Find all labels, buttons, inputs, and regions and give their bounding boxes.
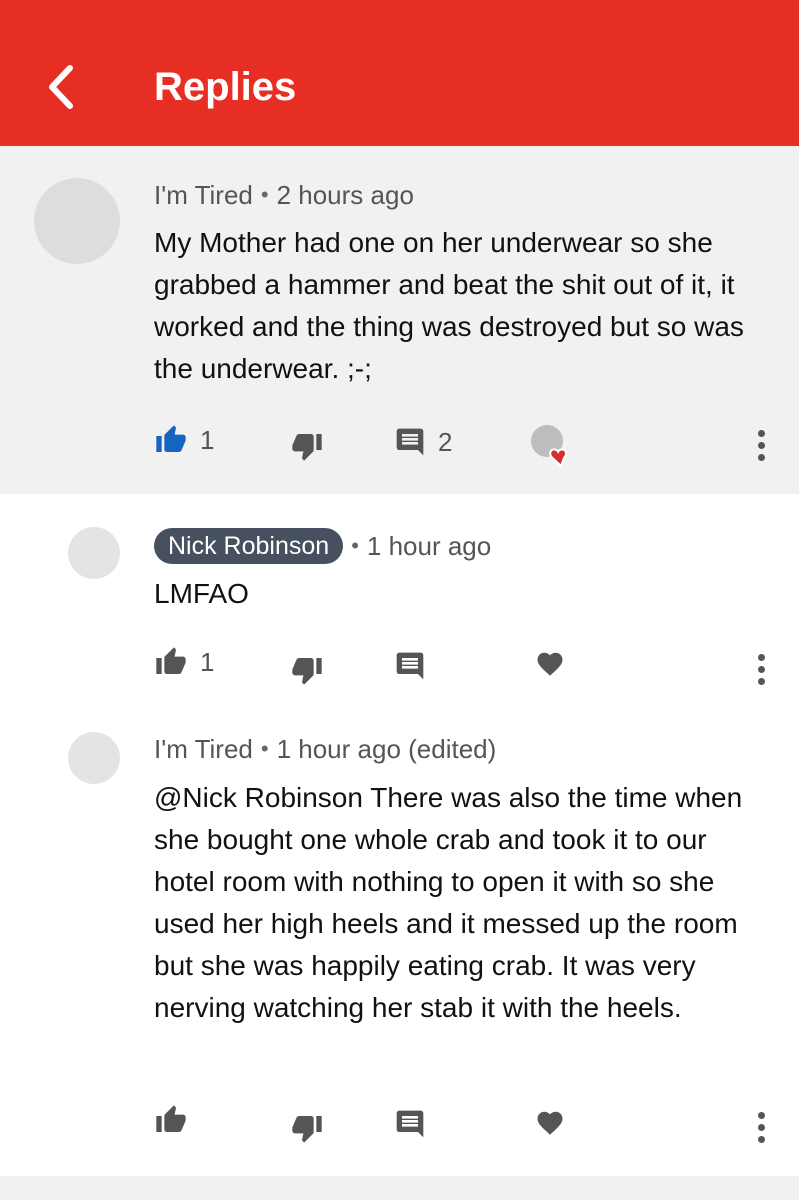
back-button[interactable] bbox=[38, 62, 88, 112]
reply-button[interactable] bbox=[394, 650, 426, 682]
dot bbox=[757, 1136, 765, 1143]
thumbs-down-icon bbox=[292, 1116, 322, 1143]
like-button[interactable]: 1 bbox=[154, 424, 214, 456]
creator-heart-badge[interactable] bbox=[530, 424, 576, 470]
page-title: Replies bbox=[154, 65, 297, 109]
dislike-button[interactable] bbox=[290, 430, 324, 462]
dot bbox=[757, 1124, 765, 1131]
thumbs-down-icon bbox=[292, 658, 322, 685]
comment-meta: I'm Tired • 2 hours ago bbox=[154, 178, 414, 212]
reply-button[interactable] bbox=[394, 1108, 426, 1140]
comment-time: 1 hour ago bbox=[366, 531, 492, 561]
heart-icon bbox=[537, 1111, 563, 1135]
avatar[interactable] bbox=[68, 527, 120, 579]
reply-button[interactable]: 2 bbox=[394, 426, 452, 458]
avatar[interactable] bbox=[34, 178, 120, 264]
dot bbox=[757, 666, 765, 673]
like-button[interactable]: 1 bbox=[154, 646, 214, 678]
meta-separator: • bbox=[260, 736, 269, 761]
thumbs-up-icon bbox=[156, 647, 186, 674]
thumbs-up-icon bbox=[156, 1105, 186, 1132]
heart-icon bbox=[537, 652, 563, 676]
hearted-avatar-icon bbox=[531, 425, 567, 468]
thumbs-down-icon bbox=[292, 434, 322, 461]
author-name[interactable]: I'm Tired bbox=[154, 732, 253, 766]
heart-button[interactable] bbox=[534, 649, 566, 679]
comment-meta: I'm Tired • 1 hour ago (edited) bbox=[154, 732, 496, 766]
dot bbox=[757, 454, 765, 461]
author-name[interactable]: I'm Tired bbox=[154, 178, 253, 212]
channel-owner-badge[interactable]: Nick Robinson bbox=[154, 528, 344, 564]
like-count: 1 bbox=[200, 647, 215, 677]
more-options-button[interactable] bbox=[751, 1112, 771, 1146]
parent-comment: I'm Tired • 2 hours ago My Mother had on… bbox=[0, 146, 799, 494]
like-button[interactable] bbox=[154, 1104, 200, 1136]
comment-text: @Nick Robinson There was also the time w… bbox=[154, 782, 743, 1023]
more-options-button[interactable] bbox=[751, 654, 771, 688]
dot bbox=[757, 442, 765, 449]
dot bbox=[757, 1112, 765, 1119]
avatar[interactable] bbox=[68, 732, 120, 784]
app-bar: Replies bbox=[0, 0, 799, 146]
comment-text: My Mother had one on her underwear so sh… bbox=[154, 227, 744, 384]
comment-time: 2 hours ago bbox=[276, 180, 414, 210]
dislike-button[interactable] bbox=[290, 1112, 324, 1144]
meta-separator: • bbox=[260, 182, 269, 207]
more-options-button[interactable] bbox=[751, 430, 771, 464]
dot bbox=[757, 654, 765, 661]
reply-count: 2 bbox=[438, 427, 453, 457]
comment-time: 1 hour ago (edited) bbox=[276, 734, 497, 764]
comment-icon bbox=[396, 428, 424, 456]
meta-separator: • bbox=[351, 533, 359, 558]
chevron-left-icon bbox=[49, 65, 73, 109]
like-count: 1 bbox=[200, 425, 215, 455]
dot bbox=[757, 678, 765, 685]
heart-button[interactable] bbox=[534, 1108, 566, 1138]
comment-icon bbox=[396, 652, 424, 680]
comment-text: LMFAO bbox=[154, 578, 249, 609]
comment-meta: Nick Robinson • 1 hour ago bbox=[154, 528, 491, 564]
dislike-button[interactable] bbox=[290, 654, 324, 686]
thumbs-up-icon bbox=[156, 425, 186, 452]
dot bbox=[757, 430, 765, 437]
comment-icon bbox=[396, 1110, 424, 1138]
list-bottom-divider bbox=[0, 1176, 799, 1200]
